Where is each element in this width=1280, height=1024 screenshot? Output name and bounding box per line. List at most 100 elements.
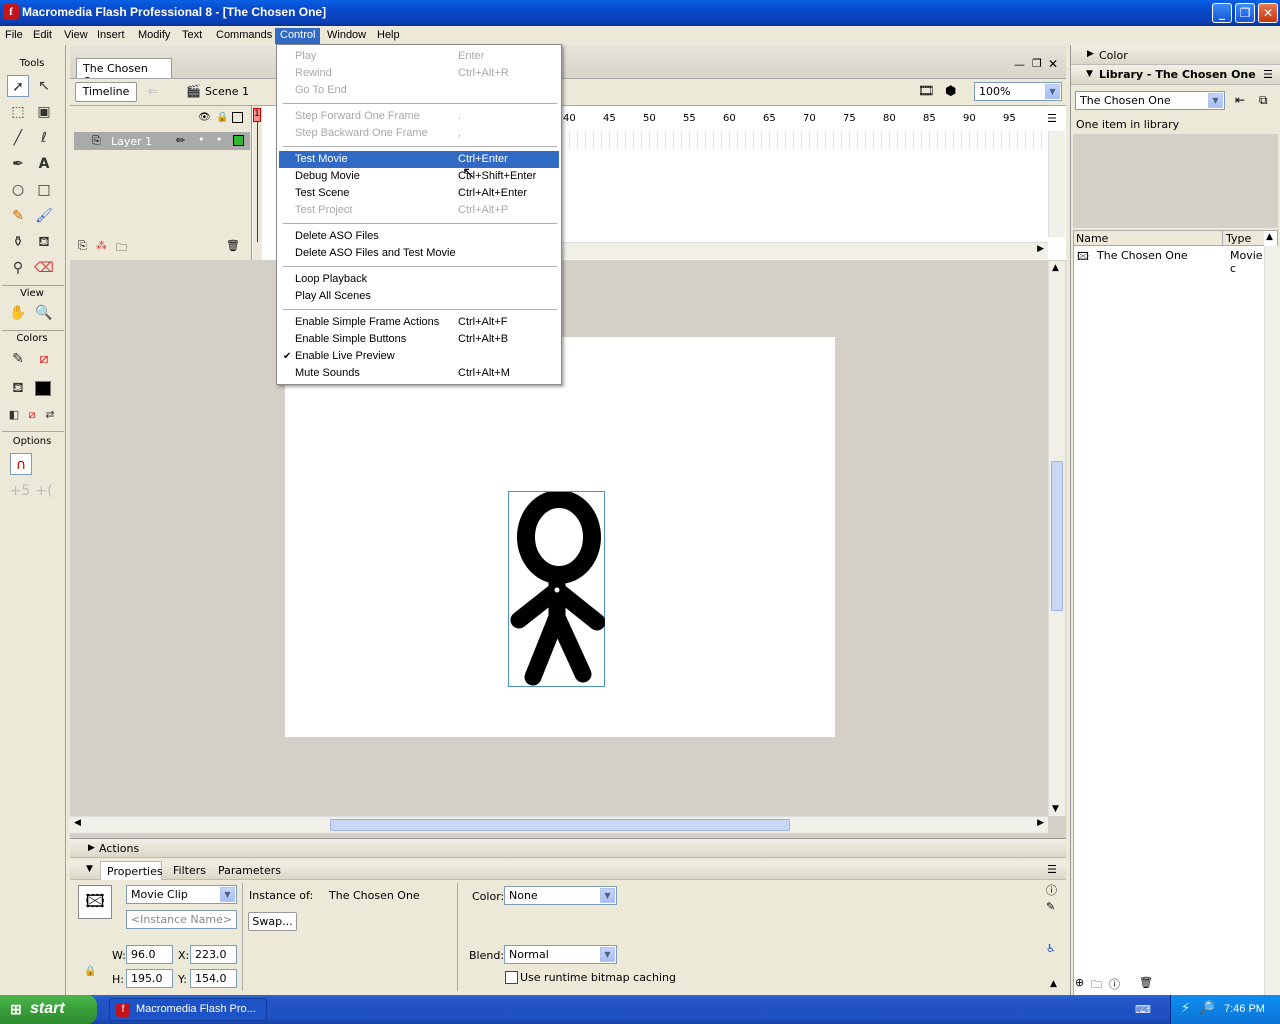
document-tab[interactable]: The Chosen One [76,58,172,88]
eraser-icon[interactable]: ⌫ [33,257,55,279]
fill-color-swatch[interactable] [35,381,51,396]
chevron-down-icon[interactable]: ▼ [1052,804,1059,814]
menu-simple-buttons[interactable]: Enable Simple Buttons Ctrl+Alt+B [279,331,559,348]
doc-minimize-icon[interactable]: — [1014,58,1025,71]
library-vscroll[interactable] [1264,246,1280,1006]
vscroll-thumb[interactable] [1051,461,1063,611]
add-guide-icon[interactable]: ⁂ [96,239,107,252]
swap-button[interactable]: Swap... [248,912,297,931]
menu-control[interactable]: Control [275,28,321,44]
straighten-icon[interactable]: +( [33,480,55,502]
chevron-down-icon[interactable]: ▼ [1208,93,1223,108]
snap-magnet-icon[interactable]: ∩ [10,453,32,475]
menu-delete-aso-test[interactable]: Delete ASO Files and Test Movie [279,245,559,262]
tab-properties[interactable]: Properties [100,861,163,880]
lock-icon[interactable]: 🔒 [84,966,96,977]
text-tool-icon[interactable]: A [33,153,55,175]
add-folder-icon[interactable]: 🗀 [116,239,127,258]
new-folder-icon[interactable]: 🗀 [1091,976,1102,995]
library-select[interactable]: The Chosen One ▼ [1075,91,1225,110]
fill-transform-icon[interactable]: ▣ [33,101,55,123]
delete-layer-icon[interactable]: 🗑 [226,239,240,252]
pen-tool-icon[interactable]: ✒ [7,153,29,175]
ink-bottle-icon[interactable]: ⚱ [7,231,29,253]
menu-step-forward[interactable]: Step Forward One Frame. [279,108,559,125]
layer-row[interactable]: ⎘ Layer 1 ✏ • • [74,132,250,150]
panel-menu-icon[interactable]: ☰ [1047,863,1057,876]
pin-library-icon[interactable]: ⇤ [1235,93,1245,107]
chevron-down-icon[interactable]: ▼ [600,888,615,903]
y-input[interactable]: 154.0 [190,969,237,988]
hand-tool-icon[interactable]: ✋ [7,302,29,324]
rectangle-tool-icon[interactable]: □ [33,179,55,201]
chevron-right-icon[interactable]: ▶ [1037,818,1044,828]
new-symbol-icon[interactable]: ⊕ [1075,976,1084,989]
smooth-icon[interactable]: +5 [9,480,31,502]
menu-step-backward[interactable]: Step Backward One Frame, [279,125,559,142]
menu-play[interactable]: Play Enter [279,48,559,65]
edit-icon[interactable]: ✎ [1046,900,1055,913]
color-select[interactable]: None ▼ [504,886,617,905]
menu-simple-frame-actions[interactable]: Enable Simple Frame Actions Ctrl+Alt+F [279,314,559,331]
width-input[interactable]: 96.0 [126,945,173,964]
instance-name-input[interactable]: <Instance Name> [126,910,237,929]
menu-test-scene[interactable]: Test Scene Ctrl+Alt+Enter [279,185,559,202]
doc-restore-icon[interactable]: ❐ [1032,57,1042,70]
start-button[interactable]: ⊞ start [0,995,97,1024]
chevron-down-icon[interactable]: ▼ [1045,84,1060,99]
lock-icon[interactable]: 🔒 [216,112,228,123]
eye-icon[interactable]: 👁 [198,112,211,123]
stage[interactable] [285,337,835,737]
menu-test-project[interactable]: Test Project Ctrl+Alt+P [279,202,559,219]
timeline-button[interactable]: Timeline [75,82,137,102]
stage-hscroll[interactable]: ◀ ▶ [70,816,1048,833]
hscroll-thumb[interactable] [330,819,790,831]
menu-delete-aso[interactable]: Delete ASO Files [279,228,559,245]
sort-icon[interactable]: ▲ [1266,232,1273,242]
add-layer-icon[interactable]: ⎘ [78,239,87,253]
menu-test-movie[interactable]: Test Movie Ctrl+Enter [279,151,559,168]
menu-edit[interactable]: Edit [28,28,57,44]
zoom-select[interactable]: 100% ▼ [974,82,1062,101]
fill-bucket-icon[interactable]: ⛾ [7,377,29,399]
frame-row[interactable] [562,131,1048,149]
bitmap-caching-checkbox[interactable] [505,971,518,984]
swap-colors-icon[interactable]: ⇄ [39,404,61,426]
menu-play-all-scenes[interactable]: Play All Scenes [279,288,559,305]
playhead[interactable]: 1 [253,108,261,122]
paint-bucket-icon[interactable]: ⛾ [33,231,55,253]
timeline-hscroll[interactable]: ▶ [562,242,1048,259]
menu-commands[interactable]: Commands [211,28,277,44]
name-column[interactable]: Name [1076,232,1108,245]
help-icon[interactable]: ⓘ [1046,882,1057,898]
properties-icon[interactable]: ⓘ [1109,976,1120,992]
timeline-menu-icon[interactable]: ☰ [1047,112,1057,125]
tab-parameters[interactable]: Parameters [218,864,281,877]
brush-tool-icon[interactable]: 🖌 [33,205,55,227]
line-tool-icon[interactable]: ╱ [7,127,29,149]
oval-tool-icon[interactable]: ○ [7,179,29,201]
arrow-tool-icon[interactable]: ➚ [7,75,29,97]
menu-insert[interactable]: Insert [92,28,130,44]
new-library-icon[interactable]: ⧉ [1259,93,1268,108]
stage-vscroll[interactable]: ▲ ▼ [1048,261,1065,816]
delete-icon[interactable]: 🗑 [1139,976,1153,989]
menu-go-to-end[interactable]: Go To End [279,82,559,99]
height-input[interactable]: 195.0 [126,969,173,988]
layer-lock-dot[interactable]: • [216,133,223,146]
network-icon[interactable]: ⚡ [1181,1001,1190,1016]
edit-symbol-icon[interactable]: ⬢ [945,84,956,99]
color-panel-header[interactable]: ▶ Color [1071,45,1280,65]
search-icon[interactable]: 🔎 [1199,1001,1215,1016]
restore-button[interactable]: ❐ [1235,3,1255,23]
close-button[interactable]: ✕ [1258,3,1278,23]
menu-window[interactable]: Window [322,28,371,44]
chevron-up-icon[interactable]: ▲ [1052,263,1059,273]
x-input[interactable]: 223.0 [190,945,237,964]
subselect-tool-icon[interactable]: ↖ [33,75,55,97]
menu-modify[interactable]: Modify [133,28,175,44]
chevron-down-icon[interactable]: ▼ [600,947,615,962]
chevron-left-icon[interactable]: ◀ [74,818,81,828]
menu-mute-sounds[interactable]: Mute Sounds Ctrl+Alt+M [279,365,559,382]
doc-close-icon[interactable]: ✕ [1048,57,1058,71]
